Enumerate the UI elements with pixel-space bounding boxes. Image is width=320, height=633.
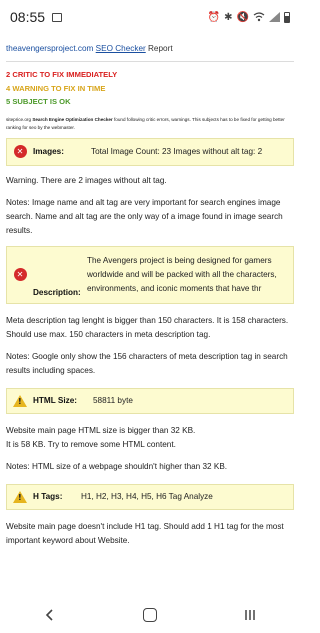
- warning-icon: !: [13, 490, 27, 503]
- divider: [6, 61, 294, 62]
- images-label: Images:: [33, 147, 64, 156]
- html-size-detail2: It is 58 KB. Try to remove some HTML con…: [6, 439, 176, 449]
- h-tags-value: H1, H2, H3, H4, H5, H6 Tag Analyze: [81, 492, 213, 501]
- report-header: theavengersproject.com SEO Checker Repor…: [6, 42, 294, 56]
- html-size-detail1: Website main page HTML size is bigger th…: [6, 425, 196, 435]
- critical-count: 2 CRITIC TO FIX IMMEDIATELY: [6, 70, 118, 79]
- images-box: ✕ Images: Total Image Count: 23 Images w…: [6, 137, 294, 166]
- alarm-icon: ⏰: [207, 11, 221, 23]
- description-box: ✕ Description: The Avengers project is b…: [6, 245, 294, 304]
- seo-checker-link[interactable]: SEO Checker: [96, 44, 146, 53]
- warning-icon: !: [13, 394, 27, 407]
- nav-bar: [0, 597, 300, 633]
- images-warning: Warning. There are 2 images without alt …: [6, 175, 167, 185]
- h-tags-detail: Website main page doesn't include H1 tag…: [6, 521, 284, 545]
- mute-icon: 🔇: [236, 11, 249, 23]
- status-icons: ⏰ ✱ 🔇: [207, 11, 290, 23]
- html-size-label: HTML Size:: [33, 396, 77, 405]
- report-label: Report: [148, 44, 173, 53]
- html-size-value: 58811 byte: [93, 396, 133, 405]
- back-icon[interactable]: [43, 608, 57, 622]
- h-tags-label: H Tags:: [33, 492, 63, 501]
- error-icon: ✕: [13, 145, 27, 158]
- error-icon: ✕: [13, 268, 27, 281]
- h-tags-box: ! H Tags: H1, H2, H3, H4, H5, H6 Tag Ana…: [6, 483, 294, 510]
- html-size-box: ! HTML Size: 58811 byte: [6, 387, 294, 414]
- status-time: 08:55: [10, 9, 46, 25]
- bluetooth-icon: ✱: [224, 11, 233, 23]
- image-icon: [52, 12, 63, 22]
- warning-count: 4 WARNING TO FIX IN TIME: [6, 83, 106, 93]
- images-notes: Notes: Image name and alt tag are very i…: [6, 197, 283, 235]
- ok-count: 5 SUBJECT IS OK: [6, 97, 71, 106]
- description-detail: Meta description tag lenght is bigger th…: [6, 315, 289, 339]
- home-icon[interactable]: [143, 608, 157, 622]
- recents-icon[interactable]: [243, 608, 257, 622]
- description-notes: Notes: Google only show the 156 characte…: [6, 351, 288, 375]
- battery-icon: [284, 11, 290, 23]
- intro-prefix: siteprice.org: [6, 116, 32, 122]
- intro-bold: Search Engine Optimization Checker: [32, 116, 113, 122]
- wifi-icon: [253, 12, 265, 22]
- description-label: Description:: [33, 287, 81, 297]
- page-content: theavengersproject.com SEO Checker Repor…: [0, 34, 300, 597]
- site-name: theavengersproject.com: [6, 44, 94, 53]
- description-value: The Avengers project is being designed f…: [87, 255, 277, 293]
- status-bar: 08:55 ⏰ ✱ 🔇: [0, 0, 300, 34]
- signal-icon: [269, 12, 280, 22]
- html-size-notes: Notes: HTML size of a webpage shouldn't …: [6, 461, 228, 471]
- intro-text: siteprice.org Search Engine Optimization…: [6, 116, 294, 132]
- images-value: Total Image Count: 23 Images without alt…: [91, 147, 263, 156]
